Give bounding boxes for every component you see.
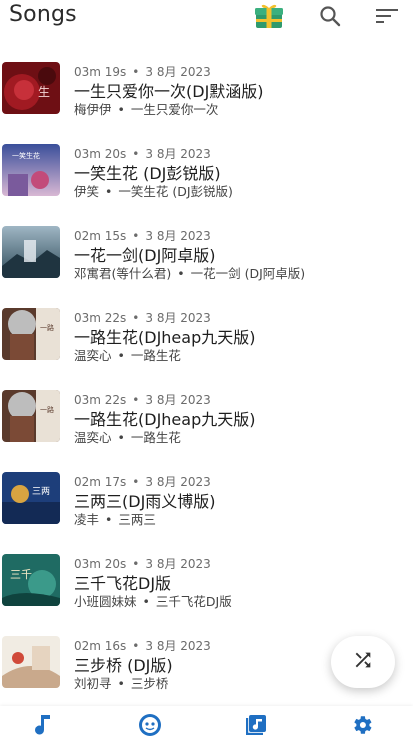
- song-subtitle: 温奕心 • 一路生花: [74, 427, 181, 446]
- page-title: Songs: [9, 2, 77, 27]
- album-art: 一笑生花: [2, 144, 60, 196]
- song-date: 3 8月 2023: [145, 65, 211, 79]
- gift-icon[interactable]: [252, 0, 286, 32]
- song-row[interactable]: 一路 03m 22s • 3 8月 2023 一路生花(DJheap九天版) 温奕心…: [0, 380, 413, 462]
- separator: •: [132, 393, 140, 407]
- song-date: 3 8月 2023: [145, 147, 211, 161]
- song-date: 3 8月 2023: [145, 311, 211, 325]
- song-date: 3 8月 2023: [145, 393, 211, 407]
- svg-text:三两: 三两: [32, 486, 50, 497]
- song-duration: 02m 15s: [74, 229, 127, 243]
- song-subtitle: 邓寓君(等什么君) • 一花一剑 (DJ阿卓版): [74, 263, 305, 282]
- song-album: 一路生花: [130, 348, 181, 363]
- song-duration: 03m 20s: [74, 147, 127, 161]
- separator: •: [132, 147, 140, 161]
- song-duration: 03m 19s: [74, 65, 127, 79]
- svg-text:一路: 一路: [40, 323, 54, 332]
- song-artist: 小班圆妹妹: [74, 594, 137, 609]
- album-icon: [244, 713, 268, 741]
- song-artist: 刘初寻: [74, 676, 112, 691]
- song-album: 三千飞花DJ版: [155, 594, 232, 609]
- song-album: 一花一剑 (DJ阿卓版): [190, 266, 306, 281]
- album-art: [2, 226, 60, 278]
- music-note-icon: [32, 713, 54, 741]
- shuffle-button[interactable]: [331, 636, 395, 688]
- song-artist: 梅伊伊: [74, 102, 112, 117]
- separator: •: [105, 512, 113, 527]
- separator: •: [177, 266, 185, 281]
- nav-settings[interactable]: [349, 714, 375, 740]
- song-duration: 03m 22s: [74, 393, 127, 407]
- separator: •: [132, 475, 140, 489]
- song-duration: 03m 22s: [74, 311, 127, 325]
- song-subtitle: 温奕心 • 一路生花: [74, 345, 181, 364]
- separator: •: [132, 229, 140, 243]
- song-duration: 02m 16s: [74, 639, 127, 653]
- svg-text:一笑生花: 一笑生花: [12, 151, 40, 160]
- song-subtitle: 小班圆妹妹 • 三千飞花DJ版: [74, 591, 232, 610]
- song-subtitle: 凌丰 • 三两三: [74, 509, 156, 528]
- nav-artists[interactable]: [137, 714, 163, 740]
- song-artist: 温奕心: [74, 430, 112, 445]
- artist-icon: [138, 713, 162, 741]
- song-row[interactable]: 三两 02m 17s • 3 8月 2023 三两三(DJ雨义博版) 凌丰 • 三两三: [0, 462, 413, 544]
- song-album: 三两三: [118, 512, 156, 527]
- song-subtitle: 伊笑 • 一笑生花 (DJ彭锐版): [74, 181, 233, 200]
- separator: •: [132, 557, 140, 571]
- song-artist: 凌丰: [74, 512, 100, 527]
- song-list: 生 03m 19s • 3 8月 2023 一生只爱你一次(DJ默涵版) 梅伊伊 • 一…: [0, 52, 413, 708]
- song-album: 一路生花: [130, 430, 181, 445]
- separator: •: [132, 311, 140, 325]
- app-root: Songs 生 03m 19s • 3 8月 2023 一生只爱你一次(DJ默涵…: [0, 0, 413, 743]
- song-row[interactable]: 三千 03m 20s • 3 8月 2023 三千飞花DJ版 小班圆妹妹 • 三千飞花D…: [0, 544, 413, 626]
- album-art: 生: [2, 62, 60, 114]
- song-duration: 03m 20s: [74, 557, 127, 571]
- song-row[interactable]: 一笑生花 03m 20s • 3 8月 2023 一笑生花 (DJ彭锐版) 伊笑 • 一…: [0, 134, 413, 216]
- separator: •: [132, 639, 140, 653]
- top-app-bar: Songs: [0, 0, 413, 40]
- svg-text:一路: 一路: [40, 405, 54, 414]
- song-artist: 温奕心: [74, 348, 112, 363]
- settings-icon: [350, 713, 374, 741]
- song-date: 3 8月 2023: [145, 229, 211, 243]
- song-album: 一生只爱你一次: [130, 102, 219, 117]
- song-row[interactable]: 02m 15s • 3 8月 2023 一花一剑(DJ阿卓版) 邓寓君(等什么君) •…: [0, 216, 413, 298]
- bottom-navigation: [0, 706, 413, 743]
- song-date: 3 8月 2023: [145, 557, 211, 571]
- song-row[interactable]: 一路 03m 22s • 3 8月 2023 一路生花(DJheap九天版) 温奕心…: [0, 298, 413, 380]
- song-row[interactable]: 生 03m 19s • 3 8月 2023 一生只爱你一次(DJ默涵版) 梅伊伊 • 一…: [0, 52, 413, 134]
- svg-text:三千: 三千: [10, 568, 32, 581]
- album-art: 三两: [2, 472, 60, 524]
- separator: •: [117, 348, 125, 363]
- separator: •: [132, 65, 140, 79]
- album-art: 一路: [2, 308, 60, 360]
- song-artist: 伊笑: [74, 184, 100, 199]
- nav-songs[interactable]: [30, 714, 56, 740]
- song-subtitle: 梅伊伊 • 一生只爱你一次: [74, 99, 218, 118]
- album-art: 三千: [2, 554, 60, 606]
- song-album: 三步桥: [130, 676, 169, 691]
- shuffle-icon: [352, 649, 374, 675]
- sort-icon[interactable]: [372, 0, 402, 32]
- separator: •: [117, 676, 125, 691]
- separator: •: [142, 594, 150, 609]
- song-subtitle: 刘初寻 • 三步桥: [74, 673, 168, 692]
- album-art: [2, 636, 60, 688]
- song-album: 一笑生花 (DJ彭锐版): [118, 184, 233, 199]
- separator: •: [105, 184, 113, 199]
- song-date: 3 8月 2023: [145, 639, 211, 653]
- album-art: 一路: [2, 390, 60, 442]
- separator: •: [117, 430, 125, 445]
- song-duration: 02m 17s: [74, 475, 127, 489]
- separator: •: [117, 102, 125, 117]
- search-icon[interactable]: [316, 0, 344, 32]
- song-date: 3 8月 2023: [145, 475, 211, 489]
- nav-albums[interactable]: [243, 714, 269, 740]
- svg-text:生: 生: [38, 85, 50, 99]
- song-artist: 邓寓君(等什么君): [74, 266, 172, 281]
